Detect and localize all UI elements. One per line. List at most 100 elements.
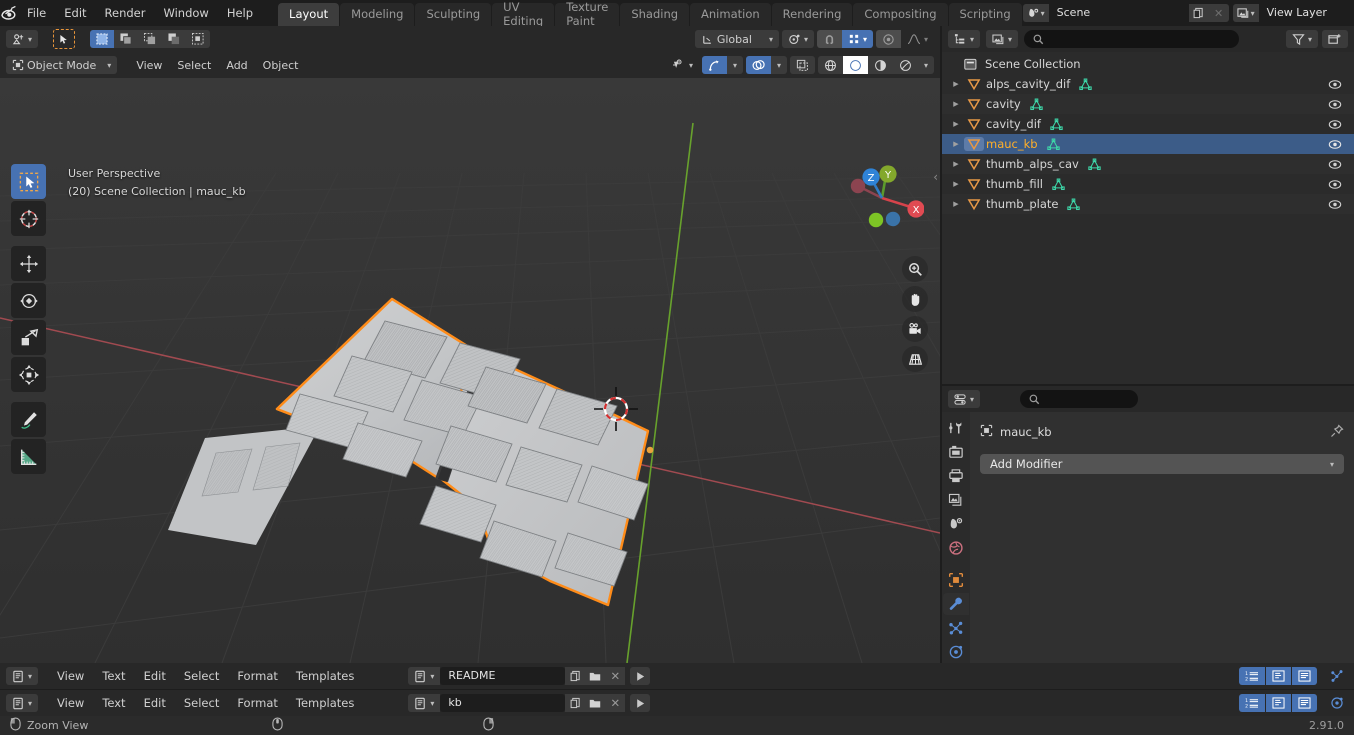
editor-type-selector[interactable]: ▾ [6,30,39,48]
zoom-icon[interactable] [902,256,928,282]
text-menu-select[interactable]: Select [176,694,227,712]
scene-selector[interactable]: ▾ Scene ✕ [1022,4,1229,22]
workspace-tab-uv-editing[interactable]: UV Editing [492,0,555,28]
shading-solid-button[interactable] [842,56,868,74]
line-numbers-toggle[interactable]: 12 [1239,667,1265,685]
transform-orientation-dropdown[interactable]: Global ▾ [694,30,779,48]
workspace-tab-sculpting[interactable]: Sculpting [415,3,492,26]
pivot-point-dropdown[interactable]: ▾ [781,30,814,48]
pan-hand-icon[interactable] [902,286,928,312]
syntax-highlight-toggle[interactable] [1292,667,1317,685]
tool-tab[interactable] [943,417,969,439]
outliner-filter-button[interactable]: ▾ [1285,30,1318,48]
output-tab[interactable] [943,465,969,487]
modifier-tab[interactable] [943,592,969,615]
visibility-eye-icon[interactable] [1328,79,1342,90]
viewport-canvas[interactable]: User Perspective (20) Scene Collection |… [0,78,940,663]
proportional-edit-toggle[interactable] [875,30,901,48]
gizmo-dropdown[interactable]: ▾ [726,56,743,74]
outliner-item-thumb-plate[interactable]: ▶ thumb_plate [942,194,1354,214]
open-text-button[interactable] [585,667,606,685]
select-intersect-button[interactable] [186,30,211,48]
visibility-eye-icon[interactable] [1328,179,1342,190]
pin-id-icon[interactable] [1330,423,1344,441]
select-invert-button[interactable] [162,30,187,48]
snap-to-dropdown[interactable]: ▾ [841,30,873,48]
render-tab[interactable] [943,441,969,463]
expand-chevron-icon[interactable]: ▶ [948,160,964,168]
select-set-button[interactable] [90,30,115,48]
outliner-new-collection-button[interactable] [1322,30,1348,48]
visibility-eye-icon[interactable] [1328,119,1342,130]
text-editor-type-selector[interactable]: ▾ [6,667,39,685]
visibility-eye-icon[interactable] [1328,159,1342,170]
add-modifier-button[interactable]: Add Modifier ▾ [980,454,1344,474]
shading-rendered-button[interactable] [892,56,918,74]
line-numbers-toggle[interactable]: 12 [1239,694,1265,712]
visibility-eye-icon[interactable] [1328,139,1342,150]
run-script-button[interactable] [630,694,651,712]
overlays-dropdown[interactable]: ▾ [770,56,787,74]
expand-chevron-icon[interactable]: ▶ [948,180,964,188]
show-gizmo-toggle[interactable] [701,56,727,74]
run-script-button[interactable] [630,667,651,685]
visibility-eye-icon[interactable] [1328,99,1342,110]
shading-wireframe-button[interactable] [817,56,843,74]
workspace-tab-animation[interactable]: Animation [690,3,771,26]
view-layer-name-field[interactable]: View Layer [1258,4,1354,22]
outliner-editor-type-selector[interactable]: ▾ [948,30,981,48]
move-tool[interactable] [11,246,46,281]
scene-tab[interactable] [943,513,969,535]
proportional-falloff-dropdown[interactable]: ▾ [901,30,934,48]
grid-ortho-icon[interactable] [902,346,928,372]
menu-file[interactable]: File [18,3,55,23]
unlink-scene-button[interactable]: ✕ [1208,4,1229,22]
outliner-display-mode-selector[interactable]: ▾ [986,30,1019,48]
menu-edit[interactable]: Edit [55,3,95,23]
text-menu-format[interactable]: Format [229,667,286,685]
outliner-item-mauc-kb[interactable]: ▶ mauc_kb [942,134,1354,154]
word-wrap-toggle[interactable] [1266,694,1291,712]
outliner-scene-collection-row[interactable]: Scene Collection [942,54,1354,74]
workspace-tab-rendering[interactable]: Rendering [771,3,853,26]
visibility-eye-icon[interactable] [1328,199,1342,210]
sidebar-collapse-icon[interactable]: ‹ [933,170,938,184]
syntax-highlight-toggle[interactable] [1292,694,1317,712]
text-menu-edit[interactable]: Edit [136,694,174,712]
interaction-mode-dropdown[interactable]: Object Mode ▾ [6,56,118,74]
text-menu-edit[interactable]: Edit [136,667,174,685]
measure-tool[interactable] [11,439,46,474]
blender-logo-icon[interactable] [0,4,18,22]
text-menu-view[interactable]: View [49,694,92,712]
snap-magnet-icon[interactable] [816,30,842,48]
unlink-text-button[interactable]: ✕ [605,694,626,712]
text-datablock-name[interactable]: kb [440,694,566,712]
menu-render[interactable]: Render [96,3,155,23]
text-editor-2-extra-icon[interactable] [1324,694,1350,712]
text-datablock-name[interactable]: README [440,667,566,685]
outliner-item-thumb-fill[interactable]: ▶ thumb_fill [942,174,1354,194]
menu-help[interactable]: Help [218,3,262,23]
open-text-button[interactable] [585,694,606,712]
viewport-menu-add[interactable]: Add [220,56,253,74]
word-wrap-toggle[interactable] [1266,667,1291,685]
workspace-tab-modeling[interactable]: Modeling [340,3,415,26]
outliner-item-cavity[interactable]: ▶ cavity [942,94,1354,114]
visibility-dropdown[interactable]: ▾ [666,56,699,74]
text-menu-view[interactable]: View [49,667,92,685]
new-text-button[interactable] [565,667,586,685]
camera-icon[interactable] [902,316,928,342]
text-menu-format[interactable]: Format [229,694,286,712]
text-menu-templates[interactable]: Templates [288,667,362,685]
view-layer-icon[interactable]: ▾ [1232,4,1259,22]
workspace-tab-scripting[interactable]: Scripting [948,3,1022,26]
particles-tab[interactable] [943,617,969,639]
new-text-button[interactable] [565,694,586,712]
scene-name-field[interactable]: Scene [1048,4,1189,22]
shading-material-preview-button[interactable] [867,56,893,74]
annotate-tool[interactable] [11,402,46,437]
text-menu-templates[interactable]: Templates [288,694,362,712]
workspace-tab-layout[interactable]: Layout [278,3,340,26]
viewport-menu-view[interactable]: View [130,56,168,74]
view-layer-selector[interactable]: ▾ View Layer ✕ [1232,4,1354,22]
